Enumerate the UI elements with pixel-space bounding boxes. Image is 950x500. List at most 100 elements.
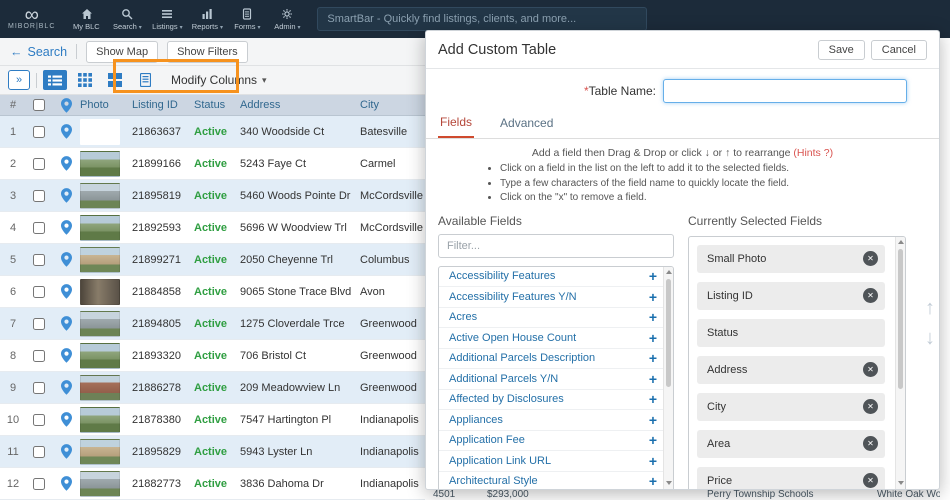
row-checkbox[interactable] (33, 125, 45, 138)
app-logo[interactable]: ∞ MIBOR|BLC (8, 5, 55, 30)
map-pin-icon[interactable] (60, 380, 72, 395)
header-status[interactable]: Status (194, 99, 240, 111)
scrollbar-thumb[interactable] (666, 278, 671, 387)
nav-item-listings[interactable]: Listings ▾ (149, 8, 185, 31)
listing-photo[interactable] (80, 278, 120, 305)
add-field-button[interactable]: + (649, 331, 657, 345)
add-field-button[interactable]: + (649, 413, 657, 427)
available-field-item[interactable]: Accessibility Features + (439, 267, 673, 287)
map-pin-icon[interactable] (60, 124, 72, 139)
tab-fields[interactable]: Fields (438, 115, 475, 138)
available-field-item[interactable]: Acres + (439, 308, 673, 328)
row-checkbox[interactable] (33, 381, 45, 394)
available-field-item[interactable]: Additional Parcels Y/N + (439, 369, 673, 390)
selected-field-chip[interactable]: Status ✕ (697, 318, 885, 347)
listing-photo[interactable] (80, 438, 120, 465)
selected-field-chip[interactable]: Area ✕ (697, 429, 885, 458)
map-pin-icon[interactable] (60, 252, 72, 267)
selected-field-chip[interactable]: Address ✕ (697, 355, 885, 384)
add-field-button[interactable]: + (649, 351, 657, 365)
add-field-button[interactable]: + (649, 454, 657, 468)
map-pin-icon[interactable] (60, 412, 72, 427)
field-label[interactable]: Active Open House Count (449, 332, 576, 344)
map-pin-icon[interactable] (60, 444, 72, 459)
nav-item-reports[interactable]: Reports ▾ (189, 8, 225, 31)
add-field-button[interactable]: + (649, 474, 657, 488)
row-checkbox[interactable] (33, 317, 45, 330)
selected-field-chip[interactable]: City ✕ (697, 392, 885, 421)
row-checkbox[interactable] (33, 445, 45, 458)
remove-field-button[interactable]: ✕ (863, 362, 878, 377)
map-pin-icon[interactable] (60, 348, 72, 363)
field-label[interactable]: Additional Parcels Y/N (449, 373, 558, 385)
listing-photo[interactable] (80, 374, 120, 401)
row-checkbox[interactable] (33, 157, 45, 170)
listing-photo[interactable] (80, 470, 120, 497)
field-label[interactable]: Accessibility Features (449, 270, 555, 282)
available-field-item[interactable]: Active Open House Count + (439, 328, 673, 349)
hints-link[interactable]: (Hints ?) (793, 147, 833, 159)
gallery-view-button[interactable] (103, 70, 127, 90)
add-field-button[interactable]: + (649, 433, 657, 447)
add-field-button[interactable]: + (649, 310, 657, 324)
available-field-item[interactable]: Application Link URL + (439, 451, 673, 472)
header-listing-id[interactable]: Listing ID (132, 99, 194, 111)
header-address[interactable]: Address (240, 99, 360, 111)
listing-photo[interactable] (80, 150, 120, 177)
show-filters-button[interactable]: Show Filters (167, 40, 248, 63)
selected-field-chip[interactable]: Listing ID ✕ (697, 281, 885, 310)
tab-advanced[interactable]: Advanced (498, 115, 555, 138)
field-label[interactable]: Architectural Style (449, 475, 538, 487)
available-field-item[interactable]: Architectural Style + (439, 472, 673, 490)
remove-field-button[interactable]: ✕ (863, 251, 878, 266)
remove-field-button[interactable]: ✕ (863, 288, 878, 303)
move-down-arrow[interactable]: ↓ (925, 328, 935, 348)
selected-field-chip[interactable]: Small Photo ✕ (697, 244, 885, 273)
row-checkbox[interactable] (33, 189, 45, 202)
listing-photo[interactable] (80, 310, 120, 337)
nav-item-admin[interactable]: Admin ▾ (269, 8, 305, 31)
field-label[interactable]: Application Link URL (449, 455, 551, 467)
field-label[interactable]: Additional Parcels Description (449, 352, 595, 364)
select-all-checkbox[interactable] (33, 99, 45, 111)
field-label[interactable]: Appliances (449, 414, 503, 426)
remove-field-button[interactable]: ✕ (863, 473, 878, 488)
table-name-input[interactable] (663, 79, 907, 103)
add-field-button[interactable]: + (649, 290, 657, 304)
map-pin-icon[interactable] (60, 220, 72, 235)
row-checkbox[interactable] (33, 349, 45, 362)
listing-photo[interactable] (80, 214, 120, 241)
scroll-up-arrow[interactable] (665, 269, 672, 274)
add-field-button[interactable]: + (649, 269, 657, 283)
field-label[interactable]: Accessibility Features Y/N (449, 291, 577, 303)
field-label[interactable]: Application Fee (449, 434, 525, 446)
add-field-button[interactable]: + (649, 392, 657, 406)
available-field-item[interactable]: Appliances + (439, 410, 673, 431)
save-button[interactable]: Save (817, 39, 865, 60)
listing-photo[interactable] (80, 406, 120, 433)
modify-columns-button[interactable]: Modify Columns ▾ (171, 73, 267, 87)
map-pin-icon[interactable] (60, 316, 72, 331)
map-pin-icon[interactable] (60, 188, 72, 203)
row-checkbox[interactable] (33, 477, 45, 490)
expand-panel-button[interactable]: » (8, 70, 30, 90)
back-to-search-link[interactable]: ← Search (10, 45, 67, 59)
move-up-arrow[interactable]: ↑ (925, 298, 935, 318)
field-label[interactable]: Acres (449, 311, 477, 323)
field-filter-input[interactable] (438, 233, 674, 258)
nav-item-forms[interactable]: Forms ▾ (229, 7, 265, 31)
map-pin-icon[interactable] (60, 284, 72, 299)
smartbar-input[interactable] (317, 7, 648, 31)
listing-photo[interactable] (80, 246, 120, 273)
cancel-button[interactable]: Cancel (870, 39, 927, 60)
map-pin-icon[interactable] (60, 476, 72, 491)
listing-photo[interactable] (80, 118, 120, 145)
grid-view-button[interactable] (73, 70, 97, 90)
scroll-down-arrow[interactable] (897, 480, 904, 485)
remove-field-button[interactable]: ✕ (863, 436, 878, 451)
scroll-up-arrow[interactable] (897, 239, 904, 244)
row-checkbox[interactable] (33, 221, 45, 234)
scrollbar-thumb[interactable] (898, 248, 903, 389)
add-field-button[interactable]: + (649, 372, 657, 386)
remove-field-button[interactable]: ✕ (863, 399, 878, 414)
